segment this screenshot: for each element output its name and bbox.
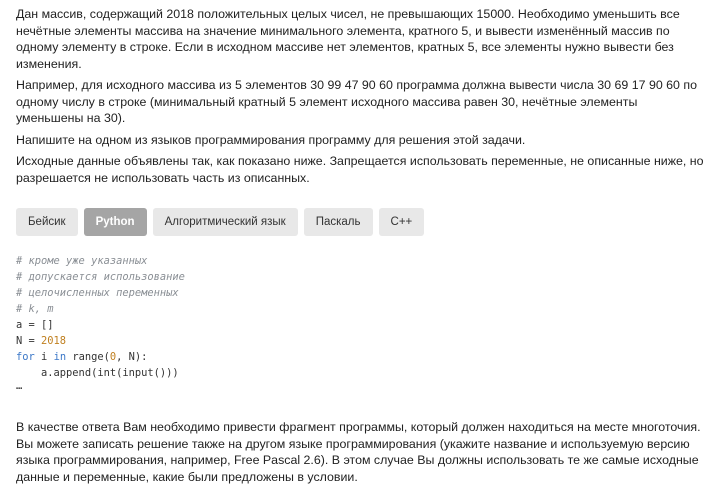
code-keyword: in (53, 351, 67, 363)
code-line: N = (16, 335, 42, 347)
code-block: # кроме уже указанных # допускается испо… (16, 253, 706, 381)
code-number: 2018 (41, 335, 67, 347)
tab-cpp[interactable]: C++ (378, 208, 425, 236)
code-comment: # k, m (16, 303, 54, 315)
answer-instruction: В качестве ответа Вам необходимо привест… (16, 420, 701, 484)
tab-basic[interactable]: Бейсик (16, 208, 78, 236)
language-tabs: Бейсик Python Алгоритмический язык Паска… (16, 208, 706, 236)
code-comment: # допускается использование (16, 271, 185, 283)
code-comment: # кроме уже указанных (16, 255, 148, 267)
code-text: i (34, 351, 54, 363)
code-comment: # целочисленных переменных (16, 287, 179, 299)
task-page: Дан массив, содержащий 2018 положительны… (0, 0, 716, 484)
task-instruction: Напишите на одном из языков программиров… (16, 132, 526, 147)
code-line: a = [] (16, 319, 54, 331)
code-line: a.append(int(input())) (16, 367, 179, 379)
code-text: , N): (116, 351, 148, 363)
tab-algorithmic[interactable]: Алгоритмический язык (152, 208, 298, 236)
tab-python[interactable]: Python (83, 208, 147, 236)
task-statement: Дан массив, содержащий 2018 положительны… (16, 7, 680, 71)
code-text: range( (66, 351, 110, 363)
tab-pascal[interactable]: Паскаль (303, 208, 373, 236)
task-input-note: Исходные данные объявлены так, как показ… (16, 154, 704, 185)
task-example: Например, для исходного массива из 5 эле… (16, 78, 697, 125)
code-ellipsis: … (16, 380, 23, 392)
code-keyword: for (16, 351, 35, 363)
